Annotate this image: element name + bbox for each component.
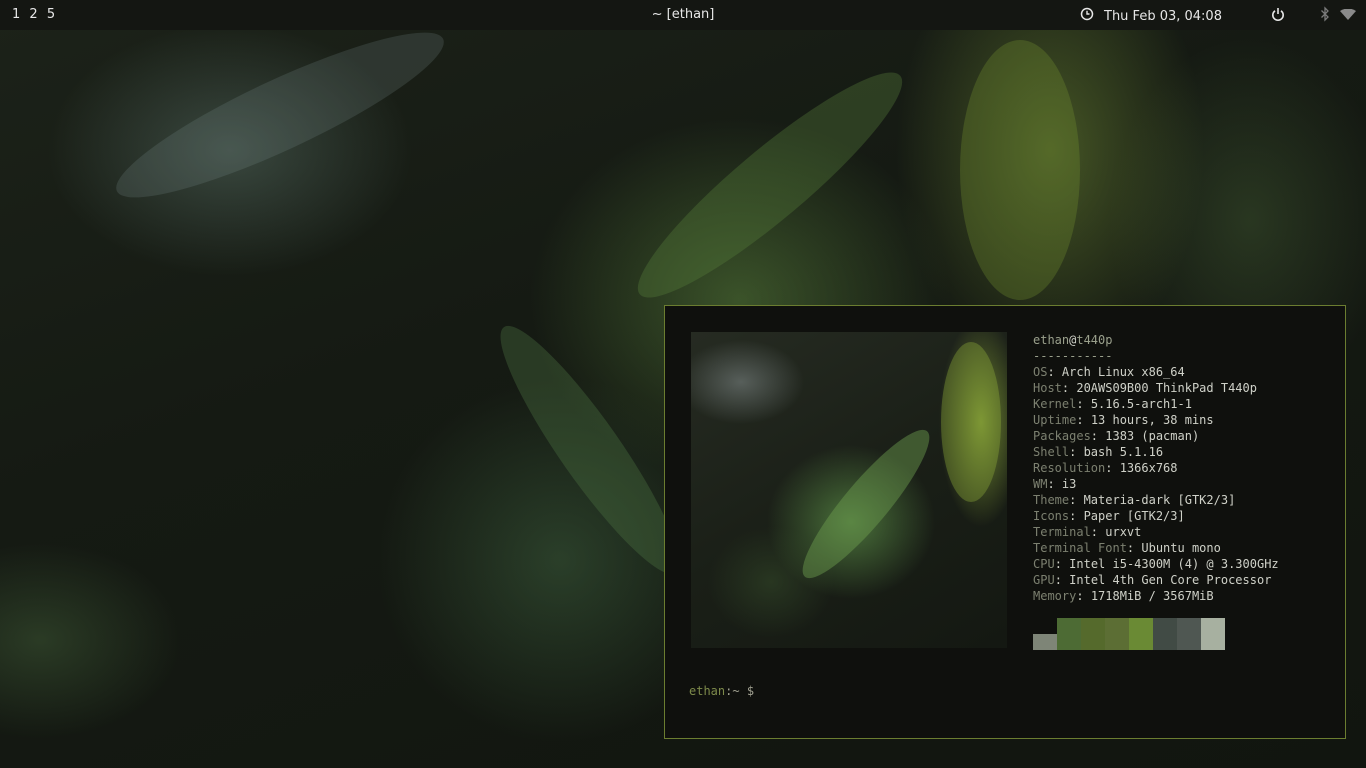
info-value: Intel i5-4300M (4) @ 3.300GHz xyxy=(1069,557,1279,571)
fern-frond xyxy=(788,417,944,591)
wifi-icon[interactable] xyxy=(1340,8,1356,25)
info-value: Materia-dark [GTK2/3] xyxy=(1083,493,1236,507)
info-key: Kernel xyxy=(1033,397,1077,411)
info-colon: : xyxy=(1076,397,1091,411)
workspace-list: 1 2 5 xyxy=(12,7,59,22)
info-key: Memory xyxy=(1033,589,1077,603)
prompt-path: :~ xyxy=(725,684,747,698)
info-key: WM xyxy=(1033,477,1048,491)
clock-icon xyxy=(1080,7,1104,25)
info-value: 13 hours, 38 mins xyxy=(1090,413,1214,427)
info-key: OS xyxy=(1033,365,1048,379)
shell-prompt[interactable]: ethan:~ $ xyxy=(689,684,754,698)
fern-frond xyxy=(941,342,1001,502)
palette-swatch xyxy=(1201,618,1225,650)
info-key: CPU xyxy=(1033,557,1055,571)
fern-frond xyxy=(102,7,458,223)
info-colon: : xyxy=(1090,429,1106,443)
info-value: bash 5.1.16 xyxy=(1083,445,1164,459)
info-colon: : xyxy=(1061,381,1077,395)
info-key: Packages xyxy=(1033,429,1091,443)
info-value: 1718MiB / 3567MiB xyxy=(1090,589,1214,603)
color-palette xyxy=(1033,618,1225,650)
info-colon: : xyxy=(1069,445,1084,459)
info-colon: : xyxy=(1069,509,1084,523)
info-colon: : xyxy=(1126,541,1142,555)
info-value: 20AWS09B00 ThinkPad T440p xyxy=(1076,381,1257,395)
info-colon: : xyxy=(1076,413,1091,427)
palette-swatch xyxy=(1105,618,1129,650)
neofetch-image xyxy=(691,332,1007,648)
info-value: Arch Linux x86_64 xyxy=(1061,365,1185,379)
info-value: Ubuntu mono xyxy=(1141,541,1221,555)
bluetooth-icon[interactable] xyxy=(1320,6,1330,26)
info-value: 1366x768 xyxy=(1119,461,1178,475)
workspace-2[interactable]: 2 xyxy=(29,7,38,22)
info-host: t440p xyxy=(1076,333,1113,347)
info-key: GPU xyxy=(1033,573,1055,587)
info-colon: : xyxy=(1047,365,1062,379)
info-colon: : xyxy=(1090,525,1106,539)
info-key: Terminal xyxy=(1033,525,1091,539)
info-value: 1383 (pacman) xyxy=(1105,429,1200,443)
info-value: 5.16.5-arch1-1 xyxy=(1090,397,1192,411)
info-colon: : xyxy=(1105,461,1120,475)
palette-swatch xyxy=(1057,618,1081,650)
palette-swatch xyxy=(1129,618,1153,650)
clock-widget[interactable]: Thu Feb 03, 04:08 xyxy=(1080,7,1222,25)
terminal-window[interactable]: ethan@t440p ----------- OS: Arch Linux x… xyxy=(664,305,1346,739)
info-user: ethan xyxy=(1033,333,1070,347)
info-colon: : xyxy=(1069,493,1084,507)
prompt-symbol: $ xyxy=(746,684,755,698)
info-separator: ----------- xyxy=(1033,349,1113,363)
info-colon: : xyxy=(1054,557,1070,571)
palette-swatch xyxy=(1153,618,1177,650)
info-colon: : xyxy=(1076,589,1091,603)
info-value: Intel 4th Gen Core Processor xyxy=(1069,573,1272,587)
info-key: Icons xyxy=(1033,509,1070,523)
info-value: i3 xyxy=(1061,477,1077,491)
palette-swatch xyxy=(1177,618,1201,650)
info-key: Host xyxy=(1033,381,1062,395)
info-key: Uptime xyxy=(1033,413,1077,427)
fern-frond xyxy=(960,40,1080,300)
info-value: urxvt xyxy=(1105,525,1142,539)
workspace-5[interactable]: 5 xyxy=(47,7,56,22)
info-key: Shell xyxy=(1033,445,1070,459)
info-colon: : xyxy=(1054,573,1070,587)
prompt-user: ethan xyxy=(689,684,726,698)
workspace-1[interactable]: 1 xyxy=(12,7,21,22)
datetime-label: Thu Feb 03, 04:08 xyxy=(1104,8,1222,24)
palette-swatch xyxy=(1033,634,1057,650)
power-icon[interactable] xyxy=(1271,7,1285,26)
info-key: Theme xyxy=(1033,493,1070,507)
top-bar: 1 2 5 ~ [ethan] Thu Feb 03, 04:08 xyxy=(0,0,1366,30)
system-info: ethan@t440p ----------- OS: Arch Linux x… xyxy=(1033,332,1279,604)
info-colon: : xyxy=(1047,477,1062,491)
info-key: Resolution xyxy=(1033,461,1106,475)
info-key: Terminal Font xyxy=(1033,541,1127,555)
info-value: Paper [GTK2/3] xyxy=(1083,509,1185,523)
palette-swatch xyxy=(1081,618,1105,650)
fern-frond xyxy=(617,48,923,322)
